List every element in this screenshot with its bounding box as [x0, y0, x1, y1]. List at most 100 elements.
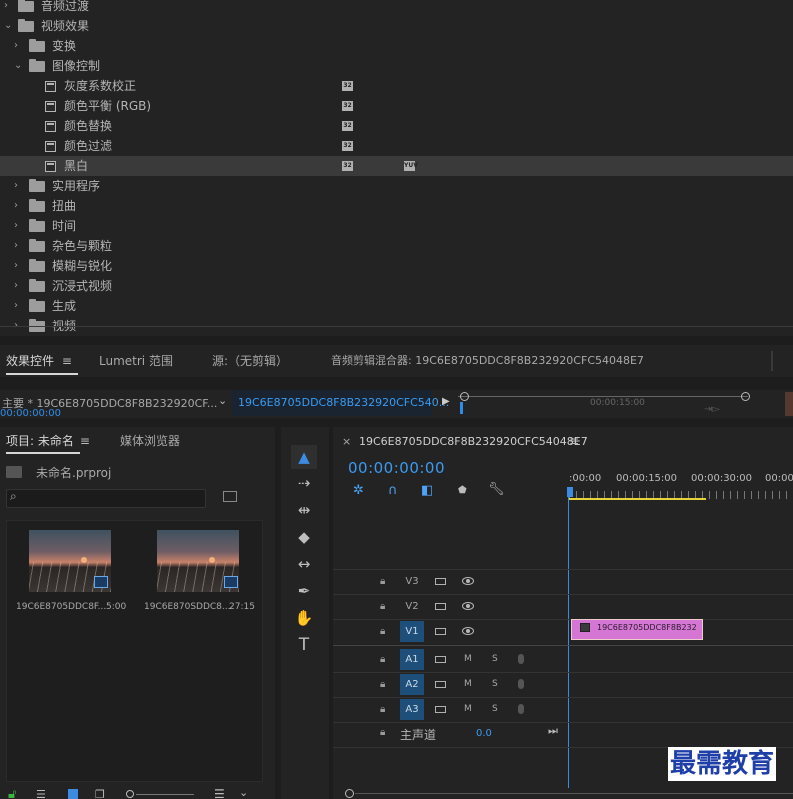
mic-icon[interactable]	[518, 654, 524, 664]
track-label[interactable]: V3	[400, 571, 424, 592]
effect-folder-row[interactable]: › 音频过渡	[0, 0, 793, 16]
sort-icon[interactable]: ☰	[214, 787, 225, 799]
panel-menu-icon[interactable]: ≡	[62, 354, 72, 368]
play-icon[interactable]: ▶	[442, 396, 450, 407]
mic-icon[interactable]	[518, 704, 524, 714]
eye-icon[interactable]	[462, 577, 474, 585]
solo-button[interactable]: S	[492, 697, 498, 722]
go-to-end-icon[interactable]: ⏭︎	[548, 724, 558, 738]
track-label[interactable]: A2	[400, 674, 424, 695]
effect-row[interactable]: 颜色替换 32	[0, 116, 793, 136]
slip-tool-icon[interactable]: ↔	[291, 553, 317, 575]
track-label[interactable]: A3	[400, 699, 424, 720]
work-area-bar[interactable]	[569, 498, 706, 500]
search-input[interactable]	[6, 489, 206, 508]
effect-folder-row[interactable]: › 杂色与颗粒	[0, 236, 793, 256]
timeline-zoom-handle[interactable]	[345, 789, 354, 798]
effect-folder-row[interactable]: › 变换	[0, 36, 793, 56]
effect-folder-row[interactable]: ⌄ 视频效果	[0, 16, 793, 36]
timeline-timecode[interactable]: 00:00:00:00	[348, 459, 445, 477]
track-label[interactable]: V2	[400, 596, 424, 617]
sync-lock-icon[interactable]	[435, 681, 446, 688]
sync-lock-icon[interactable]	[435, 603, 446, 610]
chevron-down-icon[interactable]: ⌄	[218, 394, 227, 407]
track-v1[interactable]: 🔒︎ V1	[333, 619, 568, 644]
export-frame-icon[interactable]: ⇥▻	[704, 404, 720, 415]
lock-icon[interactable]: 🔒︎	[380, 647, 385, 672]
lock-icon[interactable]: 🔒︎	[380, 672, 385, 697]
track-v3[interactable]: 🔒︎ V3	[333, 569, 568, 594]
sync-lock-icon[interactable]	[435, 628, 446, 635]
tab-lumetri[interactable]: Lumetri 范围	[99, 345, 173, 377]
hand-tool-icon[interactable]: ✋	[291, 607, 317, 629]
track-a3[interactable]: 🔒︎ A3 M S	[333, 697, 568, 722]
sync-lock-icon[interactable]	[435, 706, 446, 713]
panel-menu-icon[interactable]: ≡	[80, 434, 90, 448]
ripple-edit-tool-icon[interactable]: ⇹	[291, 499, 317, 521]
chevron-down-icon[interactable]: ⌄	[239, 786, 248, 799]
mute-button[interactable]: M	[464, 697, 472, 722]
playhead-mini[interactable]	[460, 402, 463, 414]
lock-icon[interactable]: 🔒︎	[380, 619, 385, 644]
list-view-icon[interactable]: ☰	[36, 788, 46, 799]
effect-controls-timecode[interactable]: 00:00:00:00	[0, 408, 61, 419]
zoom-slider-handle[interactable]	[126, 790, 134, 798]
lock-icon[interactable]: 🔒︎	[380, 697, 385, 722]
effect-folder-row[interactable]: › 扭曲	[0, 196, 793, 216]
solo-button[interactable]: S	[492, 672, 498, 697]
tab-project[interactable]: 项目: 未命名 ≡	[6, 432, 90, 449]
pen-tool-icon[interactable]: ✒	[291, 580, 317, 602]
new-bin-icon[interactable]	[223, 491, 237, 502]
chevron-right-icon[interactable]: ›	[14, 301, 22, 311]
mute-button[interactable]: M	[464, 647, 472, 672]
freeform-view-icon[interactable]: ❐	[95, 788, 105, 799]
effect-row[interactable]: 颜色平衡 (RGB) 32	[0, 96, 793, 116]
lock-icon[interactable]: 🔒︎	[380, 727, 385, 738]
lock-icon[interactable]: 🔒︎	[380, 569, 385, 594]
effect-folder-row[interactable]: › 生成	[0, 296, 793, 316]
chevron-right-icon[interactable]: ›	[14, 221, 22, 231]
mic-icon[interactable]	[518, 679, 524, 689]
zoom-slider-track[interactable]	[136, 794, 194, 795]
snap-icon[interactable]: ∩	[388, 483, 398, 498]
chevron-right-icon[interactable]: ›	[14, 241, 22, 251]
timeline-scrollbar[interactable]	[355, 793, 793, 794]
nest-icon[interactable]: ✲	[353, 483, 364, 498]
track-label[interactable]: A1	[400, 649, 424, 670]
effect-folder-row[interactable]: › 时间	[0, 216, 793, 236]
chevron-right-icon[interactable]: ›	[14, 281, 22, 291]
track-select-tool-icon[interactable]: ⇢	[291, 472, 317, 494]
chevron-right-icon[interactable]: ›	[14, 261, 22, 271]
mute-button[interactable]: M	[464, 672, 472, 697]
effect-folder-row[interactable]: › 实用程序	[0, 176, 793, 196]
effect-folder-row[interactable]: › 模糊与锐化	[0, 256, 793, 276]
type-tool-icon[interactable]: T	[291, 634, 317, 656]
effect-folder-row[interactable]: › 沉浸式视频	[0, 276, 793, 296]
zoom-handle-right[interactable]	[741, 392, 750, 401]
tab-source[interactable]: 源:（无剪辑）	[212, 345, 288, 377]
tab-media-browser[interactable]: 媒体浏览器	[120, 432, 180, 449]
chevron-right-icon[interactable]: ›	[4, 1, 12, 11]
track-label[interactable]: V1	[400, 621, 424, 642]
settings-wrench-icon[interactable]: 🔧︎	[488, 482, 505, 497]
icon-view-icon[interactable]	[68, 789, 78, 799]
sync-lock-icon[interactable]	[435, 656, 446, 663]
master-volume-value[interactable]: 0.0	[476, 728, 492, 739]
zoom-handle-left[interactable]	[460, 392, 469, 401]
playhead-handle[interactable]	[567, 487, 573, 497]
chevron-down-icon[interactable]: ⌄	[14, 61, 22, 71]
chevron-right-icon[interactable]: ›	[14, 41, 22, 51]
chevron-right-icon[interactable]: ›	[14, 201, 22, 211]
selection-tool-icon[interactable]: ▲	[291, 446, 317, 468]
track-v2[interactable]: 🔒︎ V2	[333, 594, 568, 619]
chevron-down-icon[interactable]: ⌄	[4, 21, 12, 31]
chevron-right-icon[interactable]: ›	[14, 181, 22, 191]
add-marker-icon[interactable]: ⬟	[458, 485, 467, 496]
effect-row[interactable]: 黑白 32 YUV	[0, 156, 793, 176]
mini-ruler[interactable]	[458, 396, 748, 397]
sync-lock-icon[interactable]	[435, 578, 446, 585]
track-a1[interactable]: 🔒︎ A1 M S	[333, 647, 568, 672]
sequence-tab-label[interactable]: 19C6E8705DDC8F8B232920CFC54048E7	[359, 435, 588, 448]
close-icon[interactable]: ×	[342, 435, 351, 448]
effect-row[interactable]: 颜色过滤 32	[0, 136, 793, 156]
